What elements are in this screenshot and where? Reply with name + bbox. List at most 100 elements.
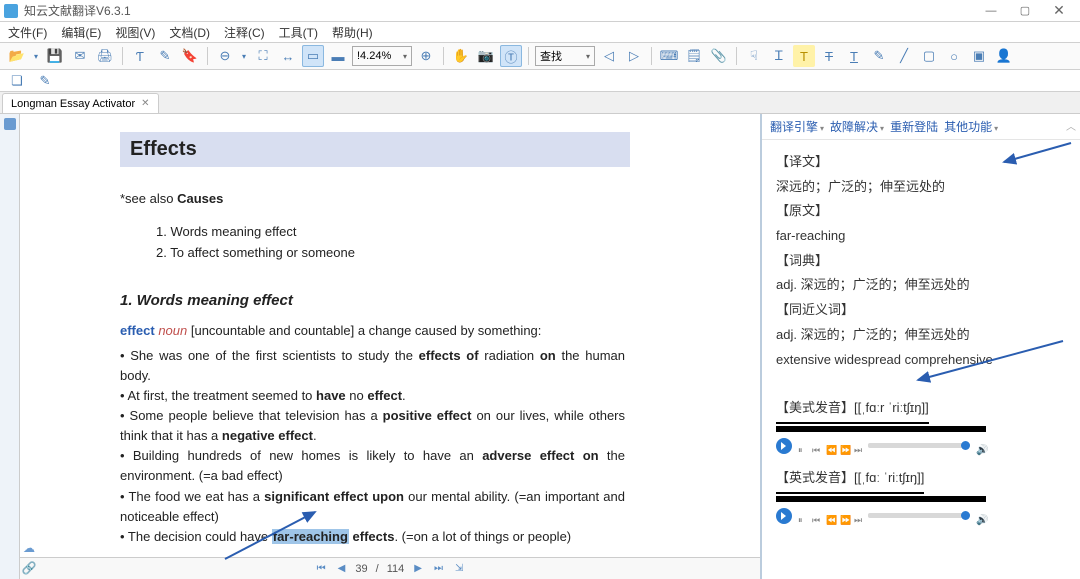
print-icon[interactable]: 🖨 [94,45,116,67]
line-icon[interactable]: ╱ [893,45,915,67]
highlight-icon[interactable]: T [793,45,815,67]
pause-icon[interactable]: ⏸ [798,442,806,450]
first-page-icon[interactable]: ⏮ [315,563,328,574]
page-options-icon[interactable]: ⇲ [453,563,465,574]
toc-item: 2. To affect something or someone [156,243,700,264]
waveform-us [776,426,986,432]
single-page-icon[interactable]: ▬ [327,45,349,67]
volume-icon[interactable]: 🔊 [976,511,986,521]
prev-icon[interactable]: ⏮ [812,512,820,520]
volume-icon[interactable]: 🔊 [976,441,986,451]
duplicate-icon[interactable]: ❏ [6,70,28,92]
part-of-speech: noun [158,323,187,338]
hand-icon[interactable]: ✋ [450,45,472,67]
rect-icon[interactable]: ▢ [918,45,940,67]
pdf-page[interactable]: Effects *see also Causes 1. Words meanin… [20,114,760,557]
section-title: 1. Words meaning effect [120,292,700,309]
next-icon[interactable]: ⏭ [854,512,862,520]
definition: [uncountable and countable] a change cau… [191,323,542,338]
person-icon[interactable]: 👤 [993,45,1015,67]
synonym-text1: adj. 深远的；广泛的；伸至远处的 [776,323,1066,348]
next-page-icon[interactable]: ▶ [412,563,424,574]
rewind-icon[interactable]: ⏪ [826,512,834,520]
stamp-icon[interactable]: ▣ [968,45,990,67]
sticky-note-icon[interactable]: 🗒 [683,45,705,67]
email-icon[interactable]: ✉ [69,45,91,67]
zoom-combo[interactable]: !4.24% [352,46,412,66]
menu-edit[interactable]: 编辑(E) [61,24,101,41]
thumbnails-icon[interactable] [4,118,16,130]
search-placeholder: 查找 [540,48,562,64]
typewriter-icon[interactable]: ⌨ [658,45,680,67]
forward-icon[interactable]: ⏩ [840,512,848,520]
forward-icon[interactable]: ⏩ [840,442,848,450]
pause-icon[interactable]: ⏸ [798,512,806,520]
zoom-dropdown-icon[interactable]: ▾ [239,45,249,67]
example-line: • She was one of the first scientists to… [120,346,625,386]
menu-comment[interactable]: 注释(C) [224,24,265,41]
prev-match-icon[interactable]: ◁ [598,45,620,67]
more-dropdown[interactable]: 其他功能 [944,118,998,135]
close-button[interactable]: ✕ [1042,0,1076,22]
annotation-bar: ❏ ✎ [0,70,1080,92]
cloud-icon[interactable]: ☁ [22,541,36,555]
circle-icon[interactable]: ○ [943,45,965,67]
next-icon[interactable]: ⏭ [854,442,862,450]
zoom-value: !4.24% [357,50,391,62]
dict-text: adj. 深远的；广泛的；伸至远处的 [776,273,1066,298]
select-text-icon[interactable]: Ⓣ [500,45,522,67]
play-button[interactable] [776,438,792,454]
document-tab[interactable]: Longman Essay Activator ✕ [2,93,159,113]
menu-help[interactable]: 帮助(H) [332,24,373,41]
maximize-button[interactable]: ▢ [1008,0,1042,22]
attach-icon[interactable]: 📎 [708,45,730,67]
seek-track[interactable] [868,513,970,518]
draw-icon[interactable]: ✎ [154,45,176,67]
page-navigator: ⏮ ◀ 39/114 ▶ ⏭ ⇲ [20,557,760,579]
app-title: 知云文献翻译V6.3.1 [24,2,974,19]
fit-width-icon[interactable]: ↔ [277,45,299,67]
menu-document[interactable]: 文档(D) [169,24,210,41]
underline-icon[interactable]: T [843,45,865,67]
save-icon[interactable]: 💾 [44,45,66,67]
zoom-in-icon[interactable]: ⊕ [415,45,437,67]
open-dropdown-icon[interactable]: ▾ [31,45,41,67]
continuous-icon[interactable]: ▭ [302,45,324,67]
text-cursor-icon[interactable]: Ꮖ [768,45,790,67]
seek-track[interactable] [868,443,970,448]
text-tool-icon[interactable]: Ƭ [129,45,151,67]
prev-icon[interactable]: ⏮ [812,442,820,450]
translation-toolbar: 翻译引擎 故障解决 重新登陆 其他功能 [762,114,1080,140]
waveform-uk [776,496,986,502]
scroll-up-icon[interactable]: ︿ [1066,118,1076,133]
strikeout-icon[interactable]: T [818,45,840,67]
fit-page-icon[interactable]: ⛶ [252,45,274,67]
prev-page-icon[interactable]: ◀ [336,563,348,574]
rewind-icon[interactable]: ⏪ [826,442,834,450]
troubleshoot-dropdown[interactable]: 故障解决 [830,118,884,135]
link-icon[interactable]: 🔗 [22,561,36,575]
us-pronunciation-label: 【美式发音】[[ˌfɑːr ˈriːtʃɪŋ]] [776,396,929,424]
minimize-button[interactable]: — [974,0,1008,22]
tab-close-icon[interactable]: ✕ [141,98,149,109]
page-current[interactable]: 39 [355,563,367,575]
bookmark-icon[interactable]: 🔖 [179,45,201,67]
search-combo[interactable]: 查找 [535,46,595,66]
relogin-link[interactable]: 重新登陆 [890,118,938,135]
page-total: 114 [387,563,405,575]
play-button[interactable] [776,508,792,524]
engine-dropdown[interactable]: 翻译引擎 [770,118,824,135]
open-icon[interactable]: 📂 [6,45,28,67]
next-match-icon[interactable]: ▷ [623,45,645,67]
snapshot-icon[interactable]: 📷 [475,45,497,67]
page-heading: Effects [120,132,630,167]
example-line: • Building hundreds of new homes is like… [120,446,625,486]
menu-view[interactable]: 视图(V) [115,24,155,41]
last-page-icon[interactable]: ⏭ [432,563,445,574]
hand-tool-icon[interactable]: ☟ [743,45,765,67]
pencil-icon[interactable]: ✎ [868,45,890,67]
zoom-out-icon[interactable]: ⊖ [214,45,236,67]
menu-file[interactable]: 文件(F) [8,24,47,41]
menu-tools[interactable]: 工具(T) [279,24,318,41]
edit-icon[interactable]: ✎ [34,70,56,92]
